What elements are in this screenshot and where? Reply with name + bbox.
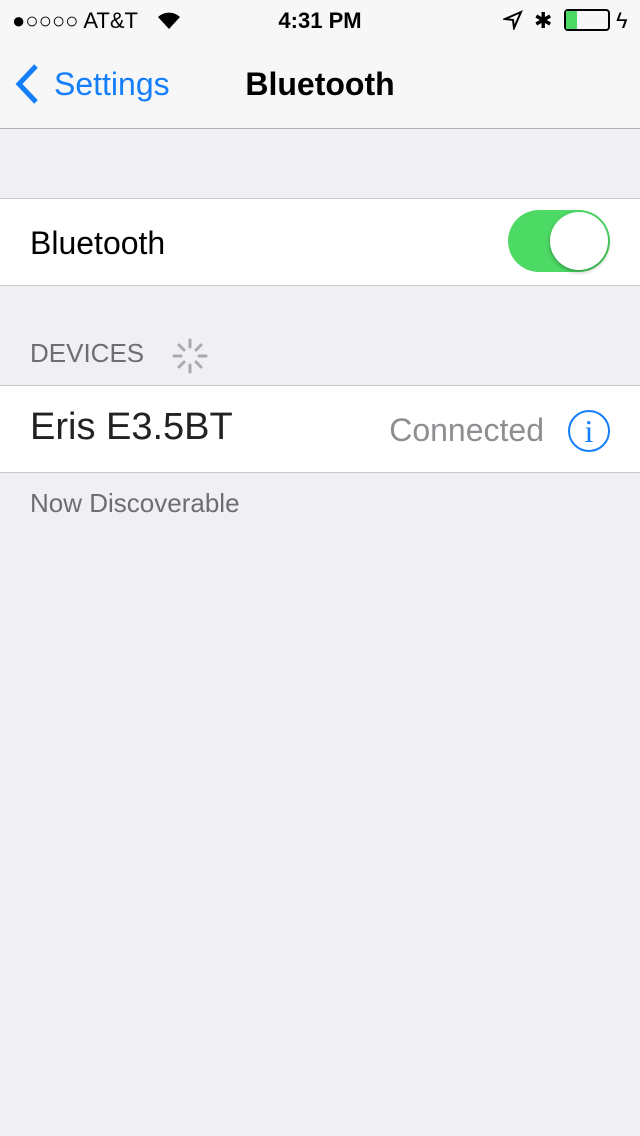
devices-header: DEVICES	[30, 338, 208, 374]
location-icon	[503, 10, 523, 30]
charging-icon: ϟ	[616, 8, 628, 33]
top-bar: ●○○○○ AT&T 4:31 PM ✱ ϟ Settings Bluetoot…	[0, 0, 640, 129]
bluetooth-toggle[interactable]	[508, 210, 610, 272]
info-icon[interactable]: i	[568, 410, 610, 452]
battery-icon	[564, 9, 610, 31]
device-row[interactable]: Eris E3.5BT Connected i	[0, 385, 640, 473]
discoverable-note: Now Discoverable	[30, 488, 240, 518]
page-title: Bluetooth	[245, 66, 395, 102]
bluetooth-icon: ✱	[534, 8, 553, 33]
device-name: Eris E3.5BT	[30, 406, 233, 448]
bluetooth-row: Bluetooth	[0, 198, 640, 286]
device-status: Connected	[389, 412, 544, 448]
devices-header-label: DEVICES	[30, 338, 145, 368]
bluetooth-label: Bluetooth	[30, 225, 166, 261]
spinner-icon	[172, 338, 208, 374]
